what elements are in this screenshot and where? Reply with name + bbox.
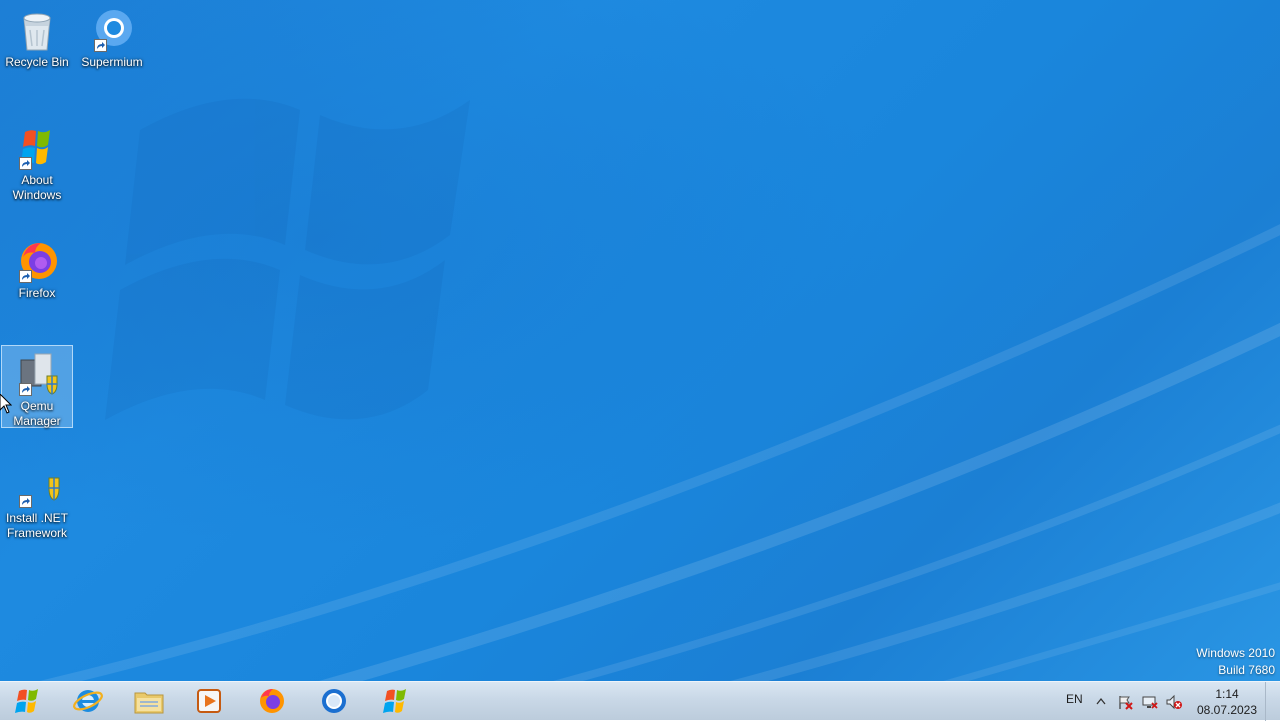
desktop-icon-install-dotnet[interactable]: Install .NET Framework [1, 458, 73, 541]
desktop-icon-label: Supermium [81, 55, 143, 69]
watermark-build: Build 7680 [1218, 663, 1275, 677]
taskbar-about-windows[interactable] [370, 683, 422, 719]
dotnet-installer-icon [13, 462, 61, 510]
start-button[interactable] [2, 683, 54, 719]
firefox-icon [13, 237, 61, 285]
taskbar-firefox[interactable] [246, 683, 298, 719]
show-hidden-icons-arrow[interactable] [1096, 697, 1106, 705]
desktop-icon-firefox[interactable]: Firefox [1, 233, 73, 301]
desktop-icon-label: Qemu Manager [13, 399, 61, 428]
desktop-icon-label: Install .NET Framework [5, 511, 68, 540]
desktop-icon-recycle-bin[interactable]: Recycle Bin [1, 2, 73, 70]
desktop-icon-label: About Windows [12, 173, 62, 202]
taskbar-file-explorer[interactable] [123, 683, 175, 719]
desktop-icon-qemu-manager[interactable]: Qemu Manager [1, 345, 73, 428]
taskbar: EN 1:14 08.07.2023 [0, 681, 1280, 721]
shortcut-arrow-icon [94, 39, 107, 52]
recycle-bin-icon [13, 6, 61, 54]
taskbar-media-player[interactable] [183, 683, 235, 719]
clock-time: 1:14 [1215, 687, 1239, 701]
file-explorer-icon [134, 692, 164, 714]
mouse-pointer-icon [0, 394, 12, 414]
qemu-manager-icon [13, 350, 61, 398]
shortcut-arrow-icon [19, 157, 32, 170]
watermark-os-name: Windows 2010 [1196, 646, 1275, 660]
supermium-icon [322, 689, 346, 713]
desktop-icon-supermium[interactable]: Supermium [76, 2, 148, 70]
media-player-icon [197, 689, 221, 713]
windows-start-orb-icon [15, 689, 38, 713]
windows-logo-icon [383, 689, 406, 713]
desktop-icon-label: Recycle Bin [5, 55, 69, 69]
desktop-icon-about-windows[interactable]: About Windows [1, 120, 73, 203]
action-center-flag-icon[interactable] [1117, 694, 1133, 710]
taskbar-internet-explorer[interactable] [62, 683, 114, 719]
network-disconnected-icon[interactable] [1142, 694, 1158, 710]
internet-explorer-icon [73, 690, 103, 712]
firefox-icon [260, 689, 284, 713]
build-watermark: Windows 2010 Build 7680 [1196, 645, 1275, 679]
desktop-icon-label: Firefox [18, 286, 56, 300]
volume-muted-icon[interactable] [1166, 694, 1182, 710]
wallpaper-art [0, 0, 1280, 681]
shortcut-arrow-icon [19, 495, 32, 508]
windows-logo-icon [13, 124, 61, 172]
desktop-background[interactable]: Recycle Bin Supermium About Windows Fire… [0, 0, 1280, 681]
supermium-icon [88, 6, 136, 54]
taskbar-clock[interactable]: 1:14 08.07.2023 [1192, 686, 1262, 718]
shortcut-arrow-icon [19, 270, 32, 283]
language-indicator[interactable]: EN [1066, 692, 1083, 706]
shortcut-arrow-icon [19, 383, 32, 396]
show-desktop-button[interactable] [1265, 682, 1280, 721]
taskbar-supermium[interactable] [308, 683, 360, 719]
clock-date: 08.07.2023 [1196, 703, 1258, 717]
